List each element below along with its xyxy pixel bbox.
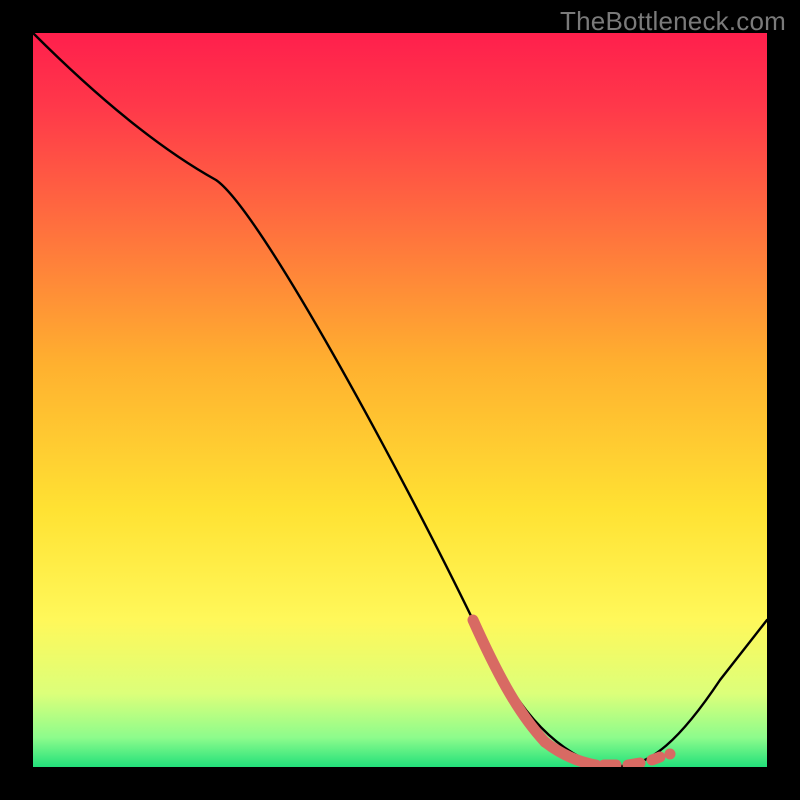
highlight-dot: [665, 749, 676, 760]
plot-area: [33, 33, 767, 767]
chart-svg: [0, 0, 800, 800]
watermark-text: TheBottleneck.com: [560, 6, 786, 37]
chart-stage: TheBottleneck.com: [0, 0, 800, 800]
gradient-background: [33, 33, 767, 767]
